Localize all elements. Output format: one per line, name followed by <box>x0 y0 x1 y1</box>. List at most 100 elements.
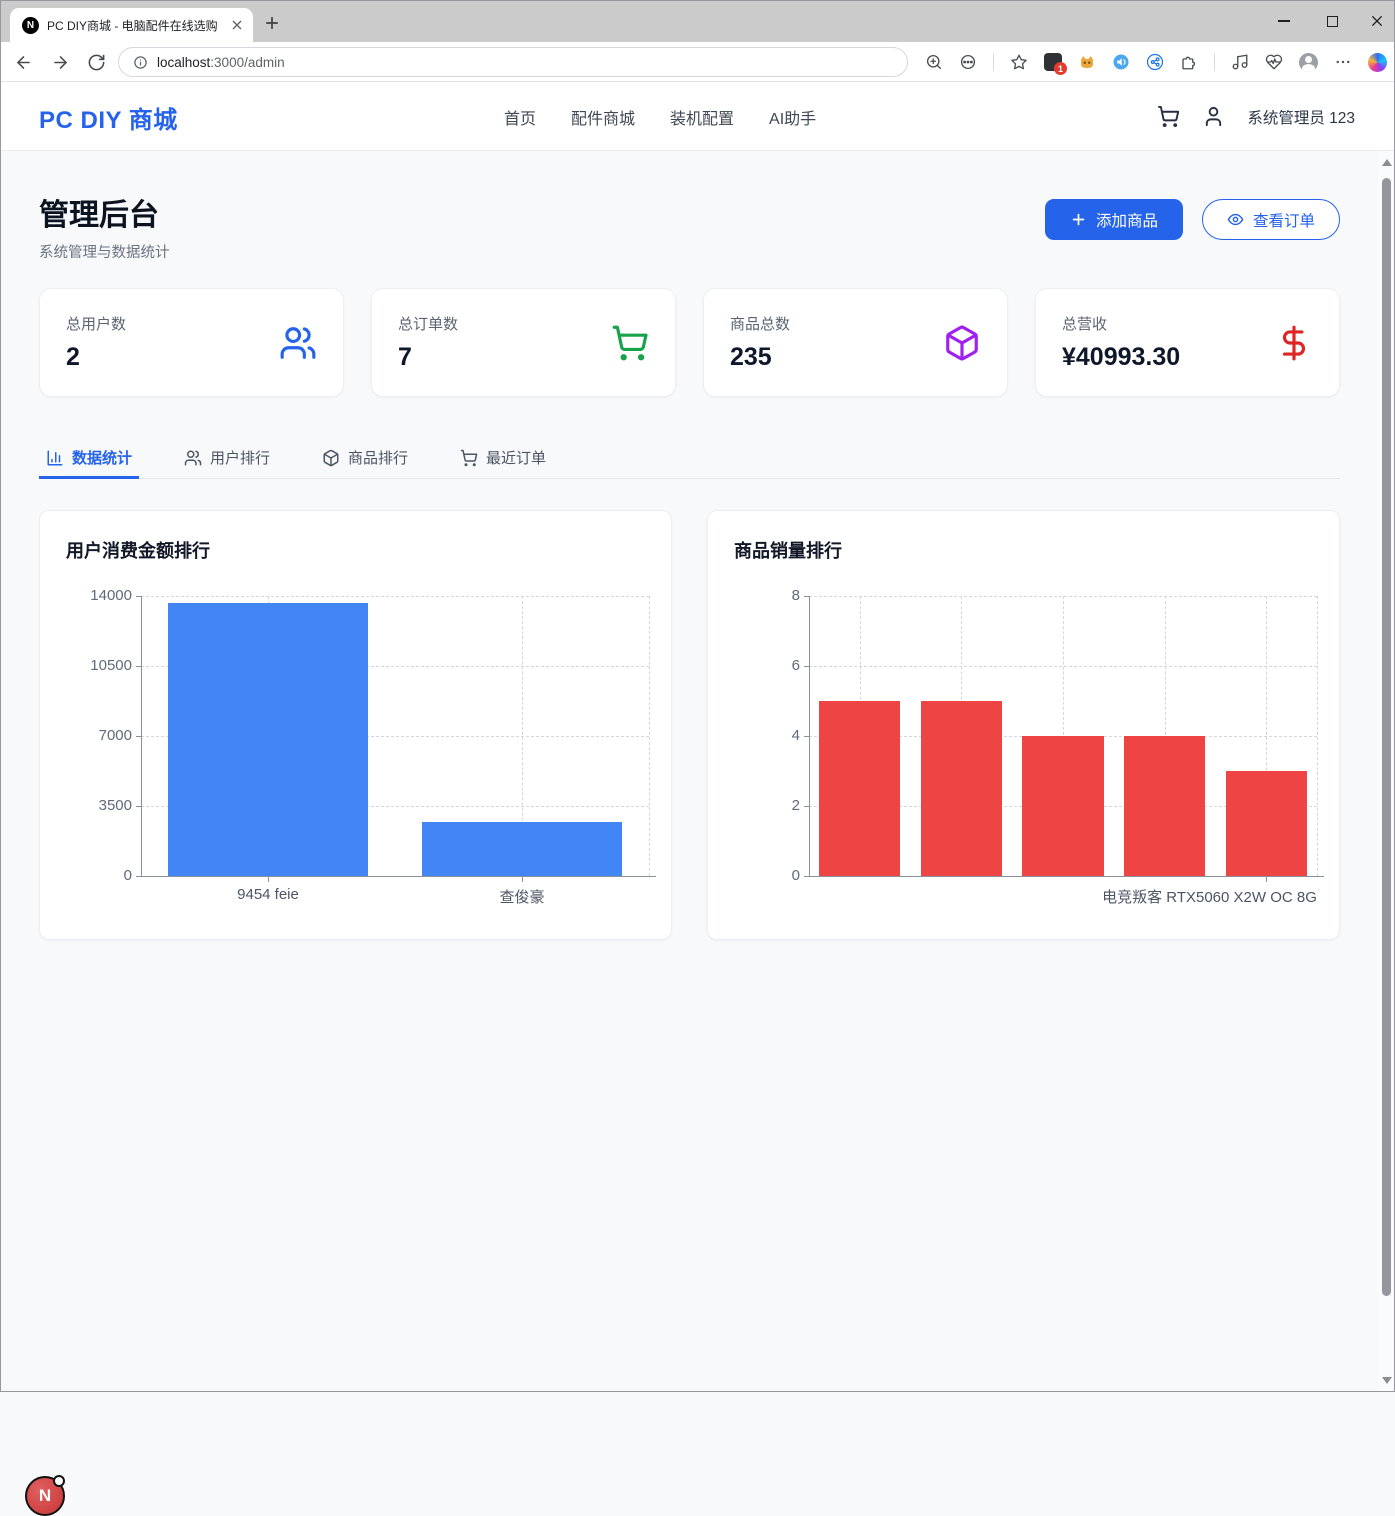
tab-label: 最近订单 <box>486 447 546 468</box>
tab-label: 商品排行 <box>348 447 408 468</box>
bar-series-1[interactable] <box>819 701 900 876</box>
grid-line-h <box>141 596 649 597</box>
bar-series-4[interactable] <box>1124 736 1205 876</box>
extensions-puzzle-icon[interactable] <box>1180 53 1198 71</box>
media-icon[interactable] <box>1231 53 1249 71</box>
user-spending-chart: 03500700010500140009454 feie查俊豪 <box>40 511 671 939</box>
stats-grid: 总用户数2总订单数7商品总数235总营收¥40993.30 <box>39 288 1340 397</box>
y-axis-label: 0 <box>78 867 132 884</box>
product-sales-chart-card: 商品销量排行 02468电竞叛客 RTX5060 X2W OC 8G <box>707 510 1340 940</box>
logged-in-user[interactable]: 系统管理员 123 <box>1247 106 1355 128</box>
bar-查俊豪[interactable] <box>422 822 623 876</box>
scrollbar-up-arrow[interactable] <box>1382 159 1392 166</box>
view-orders-button[interactable]: 查看订单 <box>1202 199 1340 240</box>
nav-item[interactable]: 装机配置 <box>670 105 734 129</box>
bar-series-2[interactable] <box>921 701 1002 876</box>
x-axis-label: 查俊豪 <box>499 886 544 907</box>
user-icon[interactable] <box>1202 105 1225 128</box>
dev-badge-dot <box>53 1475 65 1487</box>
nextjs-dev-badge[interactable]: N <box>25 1476 65 1516</box>
tab-商品排行[interactable]: 商品排行 <box>315 437 415 478</box>
stat-label: 总订单数 <box>398 313 458 334</box>
stat-card: 总用户数 2 <box>39 288 344 397</box>
favorites-star-icon[interactable] <box>1010 53 1028 71</box>
site-header: PC DIY 商城 首页 配件商城 装机配置 AI助手 系统管理员 123 <box>0 82 1395 151</box>
main-nav: 首页 配件商城 装机配置 AI助手 <box>504 82 816 151</box>
window-minimize-button[interactable] <box>1273 10 1295 32</box>
y-axis-label: 4 <box>746 727 800 744</box>
site-logo[interactable]: PC DIY 商城 <box>39 100 178 135</box>
x-axis <box>809 876 1324 877</box>
share-icon[interactable] <box>1146 53 1164 71</box>
eye-icon <box>1227 211 1244 228</box>
extension-badge: 1 <box>1054 62 1067 75</box>
y-axis <box>809 596 810 877</box>
browser-titlebar: N PC DIY商城 - 电脑配件在线选购 <box>0 0 1395 42</box>
site-info-icon[interactable] <box>133 55 148 70</box>
tab-label: 用户排行 <box>210 447 270 468</box>
stat-value: 2 <box>66 343 126 372</box>
y-axis-label: 2 <box>746 797 800 814</box>
url-host: localhost <box>157 55 210 70</box>
product-sales-chart: 02468电竞叛客 RTX5060 X2W OC 8G <box>708 511 1339 939</box>
site-favicon: N <box>22 17 39 34</box>
plus-icon <box>1070 211 1087 228</box>
tab-用户排行[interactable]: 用户排行 <box>177 437 277 478</box>
scrollbar-down-arrow[interactable] <box>1382 1377 1392 1384</box>
more-circle-icon[interactable] <box>959 53 977 71</box>
nav-item[interactable]: AI助手 <box>769 105 816 129</box>
window-close-button[interactable] <box>1369 13 1385 29</box>
copilot-icon[interactable] <box>1368 53 1387 72</box>
bar-电竞叛客 RTX5060 X2W OC 8G[interactable] <box>1226 771 1307 876</box>
x-axis-tick <box>522 876 523 882</box>
refresh-icon[interactable] <box>87 53 106 72</box>
grid-line-v <box>649 596 650 876</box>
zoom-icon[interactable] <box>925 53 943 71</box>
cart-icon <box>611 324 649 362</box>
dollar-icon <box>1275 324 1313 362</box>
window-maximize-button[interactable] <box>1321 10 1343 32</box>
nav-item[interactable]: 配件商城 <box>571 105 635 129</box>
tab-close-icon[interactable] <box>229 17 245 33</box>
new-tab-button[interactable] <box>262 13 282 33</box>
admin-tabs: 数据统计 用户排行 商品排行 最近订单 <box>39 437 1340 479</box>
forward-icon[interactable] <box>51 53 70 72</box>
address-bar[interactable]: localhost:3000/admin <box>118 47 908 77</box>
y-axis-label: 8 <box>746 587 800 604</box>
tab-title: PC DIY商城 - 电脑配件在线选购 <box>47 17 223 34</box>
package-icon <box>943 324 981 362</box>
tab-label: 数据统计 <box>72 447 132 468</box>
y-axis-label: 3500 <box>78 797 132 814</box>
settings-ellipsis-icon[interactable] <box>1334 53 1352 71</box>
browser-essentials-icon[interactable] <box>1265 53 1283 71</box>
stat-label: 商品总数 <box>730 313 790 334</box>
stat-card: 总订单数7 <box>371 288 676 397</box>
tampermonkey-icon[interactable] <box>1078 53 1096 71</box>
tab-最近订单[interactable]: 最近订单 <box>453 437 553 478</box>
profile-avatar[interactable] <box>1299 53 1318 72</box>
read-aloud-icon[interactable] <box>1112 53 1130 71</box>
back-icon[interactable] <box>14 53 33 72</box>
page-scrollbar[interactable] <box>1378 151 1395 1392</box>
x-axis-label: 9454 feie <box>237 886 299 903</box>
url-path: :3000/admin <box>210 55 284 70</box>
browser-tab[interactable]: N PC DIY商城 - 电脑配件在线选购 <box>10 8 253 42</box>
x-axis-label: 电竞叛客 RTX5060 X2W OC 8G <box>1102 886 1317 907</box>
cart-icon[interactable] <box>1157 105 1180 128</box>
nav-item[interactable]: 首页 <box>504 105 536 129</box>
stat-value: ¥40993.30 <box>1062 343 1180 372</box>
add-product-button[interactable]: 添加商品 <box>1045 199 1183 240</box>
tab-数据统计[interactable]: 数据统计 <box>39 437 139 478</box>
y-axis <box>141 596 142 877</box>
package-icon <box>322 449 340 467</box>
stat-card: 总营收¥40993.30 <box>1035 288 1340 397</box>
extension-notifications-icon[interactable]: 1 <box>1044 53 1062 71</box>
y-axis-label: 10500 <box>78 657 132 674</box>
admin-page: 管理后台 系统管理与数据统计 添加商品 查看订单 总用户数2总订单数7商品总数2… <box>0 151 1378 1392</box>
chart-icon <box>46 449 64 467</box>
bar-9454 feie[interactable] <box>168 603 369 876</box>
y-axis-label: 14000 <box>78 587 132 604</box>
scrollbar-thumb[interactable] <box>1382 178 1391 1296</box>
bar-series-3[interactable] <box>1022 736 1103 876</box>
stat-label: 总用户数 <box>66 313 126 334</box>
